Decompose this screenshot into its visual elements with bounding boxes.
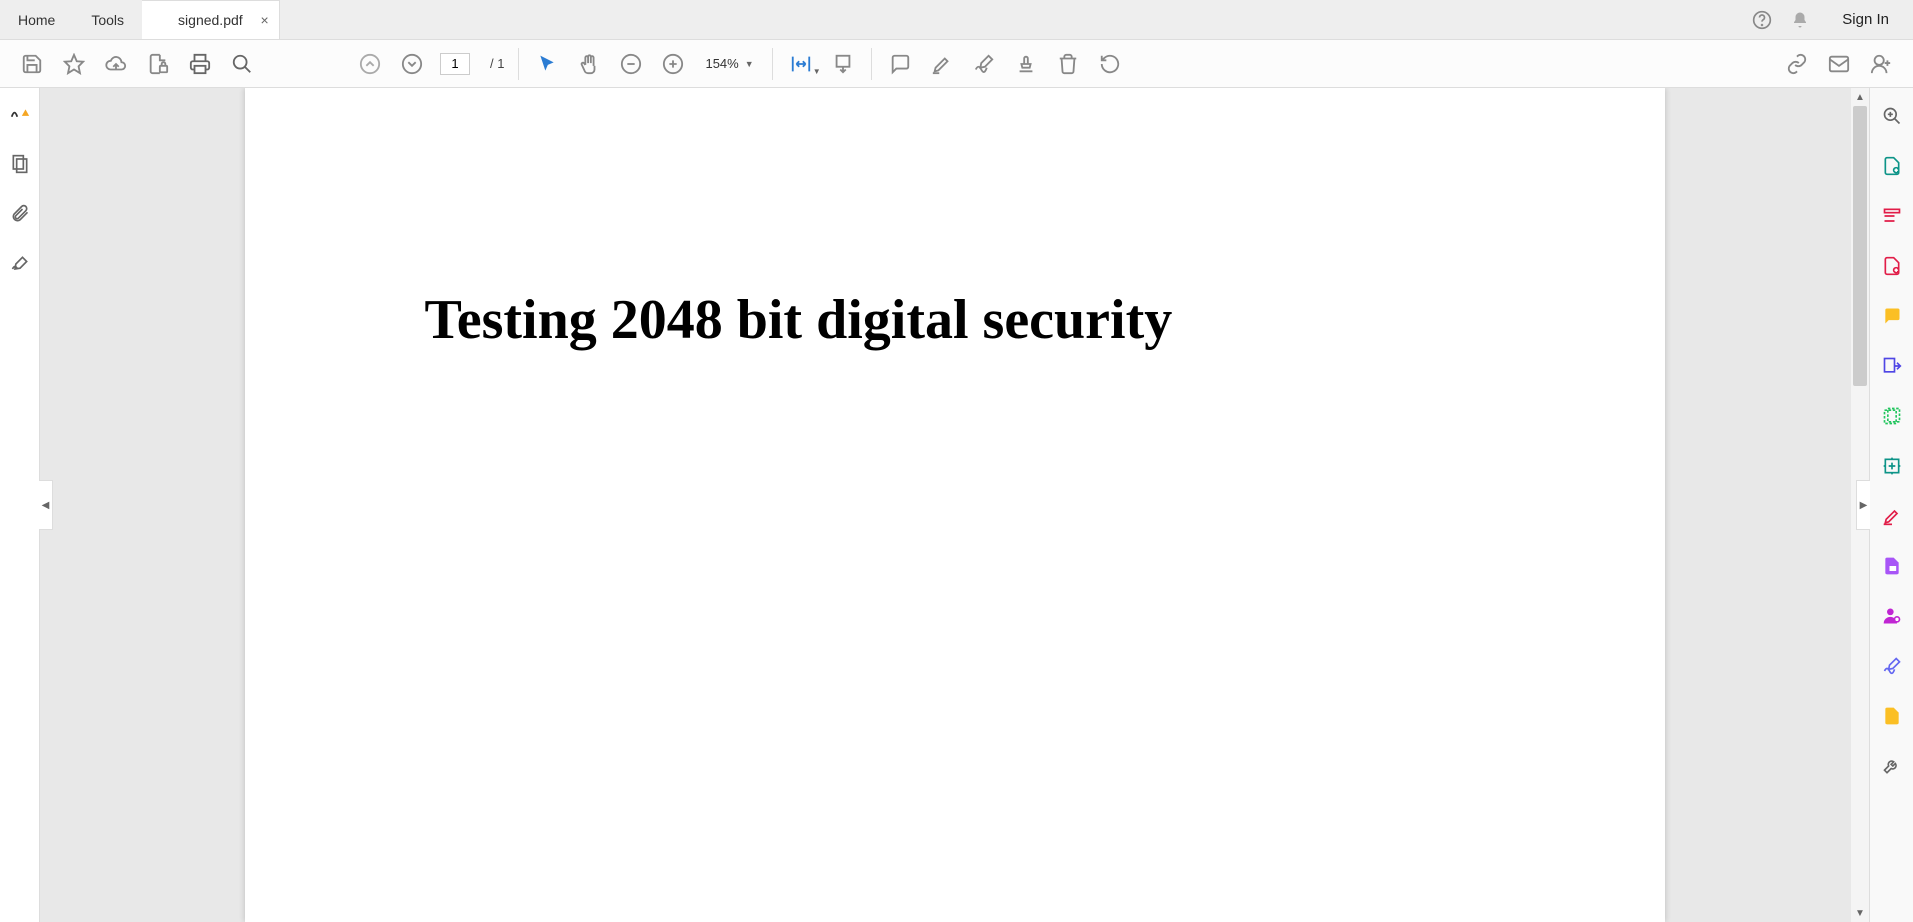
rotate-icon[interactable] [1096, 50, 1124, 78]
scroll-up-button[interactable]: ▲ [1851, 88, 1869, 106]
link-icon[interactable] [1783, 50, 1811, 78]
save-icon[interactable] [18, 50, 46, 78]
page-number-input[interactable] [440, 53, 470, 75]
redact-icon[interactable] [1878, 502, 1906, 530]
print-icon[interactable] [186, 50, 214, 78]
search-icon[interactable] [228, 50, 256, 78]
page-up-icon[interactable] [356, 50, 384, 78]
toolbar: / 1 154% ▼ ▼ [0, 40, 1913, 88]
share-lock-icon[interactable] [144, 50, 172, 78]
compress-pdf-icon[interactable] [1878, 452, 1906, 480]
zoom-out-icon[interactable] [617, 50, 645, 78]
left-pane-expand-button[interactable]: ◀ [39, 480, 53, 530]
document-viewport[interactable]: Testing 2048 bit digital security ▲ ▼ [40, 88, 1869, 922]
convert-icon[interactable] [1878, 702, 1906, 730]
help-icon[interactable] [1752, 10, 1772, 30]
share-user-icon[interactable] [1867, 50, 1895, 78]
search-tool-icon[interactable] [1878, 102, 1906, 130]
right-tools-pane: ▶ [1869, 88, 1913, 922]
page-down-icon[interactable] [398, 50, 426, 78]
chevron-down-icon: ▼ [745, 59, 754, 69]
scrollbar-thumb[interactable] [1853, 106, 1867, 386]
document-heading: Testing 2048 bit digital security [425, 288, 1485, 352]
create-pdf-icon[interactable] [1878, 152, 1906, 180]
cloud-upload-icon[interactable] [102, 50, 130, 78]
more-tools-icon[interactable] [1878, 752, 1906, 780]
zoom-in-icon[interactable] [659, 50, 687, 78]
zoom-level-select[interactable]: 154% ▼ [701, 54, 757, 73]
tab-home[interactable]: Home [0, 0, 73, 39]
signature-warning-icon[interactable] [6, 100, 34, 128]
scroll-down-button[interactable]: ▼ [1851, 904, 1869, 922]
stamp-icon[interactable] [1012, 50, 1040, 78]
tab-file[interactable]: signed.pdf × [142, 0, 280, 39]
fit-width-icon[interactable]: ▼ [787, 50, 815, 78]
page-thumbnails-icon[interactable] [6, 150, 34, 178]
sign-icon[interactable] [970, 50, 998, 78]
right-pane-expand-button[interactable]: ▶ [1856, 480, 1870, 530]
fill-sign-user-icon[interactable] [1878, 602, 1906, 630]
organize-pages-icon[interactable] [1878, 352, 1906, 380]
attachments-icon[interactable] [6, 200, 34, 228]
left-navigation-pane: ◀ [0, 88, 40, 922]
edit-pdf-icon[interactable] [1878, 202, 1906, 230]
page-total-label: / 1 [484, 56, 504, 71]
tab-file-label: signed.pdf [178, 12, 243, 28]
email-icon[interactable] [1825, 50, 1853, 78]
tab-tools[interactable]: Tools [73, 0, 142, 39]
header-right: Sign In [1752, 0, 1913, 39]
tab-bar: Home Tools signed.pdf × Sign In [0, 0, 1913, 40]
comment-icon[interactable] [886, 50, 914, 78]
comment-tool-icon[interactable] [1878, 302, 1906, 330]
protect-icon[interactable] [1878, 552, 1906, 580]
export-pdf-icon[interactable] [1878, 252, 1906, 280]
star-icon[interactable] [60, 50, 88, 78]
delete-icon[interactable] [1054, 50, 1082, 78]
bell-icon[interactable] [1790, 10, 1810, 30]
document-page: Testing 2048 bit digital security [245, 88, 1665, 922]
hand-pan-icon[interactable] [575, 50, 603, 78]
request-signatures-icon[interactable] [1878, 652, 1906, 680]
signature-pane-icon[interactable] [6, 250, 34, 278]
highlight-icon[interactable] [928, 50, 956, 78]
page-view-icon[interactable] [829, 50, 857, 78]
tab-close-button[interactable]: × [260, 12, 268, 28]
zoom-level-label: 154% [705, 56, 738, 71]
sign-in-button[interactable]: Sign In [1828, 11, 1903, 28]
cursor-select-icon[interactable] [533, 50, 561, 78]
combine-files-icon[interactable] [1878, 402, 1906, 430]
